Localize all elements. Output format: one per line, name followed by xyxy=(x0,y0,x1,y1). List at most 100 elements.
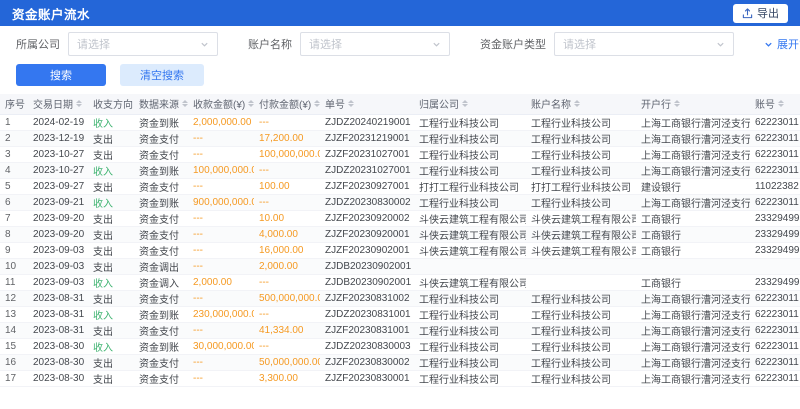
cell-7: 打打工程行业科技公司 xyxy=(414,178,526,194)
cell-8: 工程行业科技公司 xyxy=(526,162,636,178)
table-row: 172023-08-30支出资金支付---3,300.00ZJZF2023083… xyxy=(0,370,800,386)
cell-6: ZJZF20230831002 xyxy=(320,290,414,306)
cell-6: ZJDZ20231027001 xyxy=(320,162,414,178)
cell-5: 500,000,000.00 xyxy=(254,290,320,306)
column-header-6[interactable]: 单号 xyxy=(320,94,414,114)
column-header-label: 账户名称 xyxy=(531,96,571,111)
cell-7: 工程行业科技公司 xyxy=(414,370,526,386)
cell-1: 2023-09-20 xyxy=(28,210,88,226)
cell-4: --- xyxy=(188,354,254,370)
column-header-8[interactable]: 账户名称 xyxy=(526,94,636,114)
cell-2: 支出 xyxy=(88,226,134,242)
cell-1: 2023-10-27 xyxy=(28,146,88,162)
export-icon xyxy=(742,8,753,19)
cell-7: 工程行业科技公司 xyxy=(414,114,526,130)
cell-9: 上海工商银行漕河泾支行 xyxy=(636,354,750,370)
cell-5: 41,334.00 xyxy=(254,322,320,338)
cell-0: 17 xyxy=(0,370,28,386)
cell-2: 收入 xyxy=(88,338,134,354)
cell-8: 斗侠云建筑工程有限公司 xyxy=(526,226,636,242)
cell-2: 收入 xyxy=(88,306,134,322)
table-row: 72023-09-20支出资金支付---10.00ZJZF20230920002… xyxy=(0,210,800,226)
column-header-2[interactable]: 收支方向 xyxy=(88,94,134,114)
table-row: 42023-10-27收入资金到账100,000,000.00---ZJDZ20… xyxy=(0,162,800,178)
sort-icon xyxy=(778,100,784,107)
cell-5: --- xyxy=(254,114,320,130)
cell-5: --- xyxy=(254,338,320,354)
column-header-3[interactable]: 数据来源 xyxy=(134,94,188,114)
cell-6: ZJDZ20240219001 xyxy=(320,114,414,130)
cell-3: 资金支付 xyxy=(134,290,188,306)
cell-6: ZJZF20230920001 xyxy=(320,226,414,242)
cell-10: 62223011 xyxy=(750,322,800,338)
clear-search-button[interactable]: 清空搜索 xyxy=(120,64,204,86)
column-header-1[interactable]: 交易日期 xyxy=(28,94,88,114)
column-header-label: 账号 xyxy=(755,96,775,111)
cell-4: --- xyxy=(188,226,254,242)
table-row: 102023-09-03支出资金调出---2,000.00ZJDB2023090… xyxy=(0,258,800,274)
cell-1: 2023-09-03 xyxy=(28,258,88,274)
cell-1: 2023-09-27 xyxy=(28,178,88,194)
cell-1: 2023-08-31 xyxy=(28,322,88,338)
cell-2: 支出 xyxy=(88,242,134,258)
cell-6: ZJZF20230902001 xyxy=(320,242,414,258)
cell-2: 支出 xyxy=(88,370,134,386)
search-button[interactable]: 搜索 xyxy=(16,64,106,86)
cell-5: 16,000.00 xyxy=(254,242,320,258)
cell-3: 资金支付 xyxy=(134,146,188,162)
cell-8: 工程行业科技公司 xyxy=(526,194,636,210)
table-row: 32023-10-27支出资金支付---100,000,000.00ZJZF20… xyxy=(0,146,800,162)
sort-icon xyxy=(348,100,354,107)
table-row: 142023-08-31支出资金支付---41,334.00ZJZF202308… xyxy=(0,322,800,338)
page-title: 资金账户流水 xyxy=(12,4,90,23)
cell-5: 2,000.00 xyxy=(254,258,320,274)
cell-0: 15 xyxy=(0,338,28,354)
account-type-select[interactable]: 请选择 xyxy=(554,32,734,56)
column-header-4[interactable]: 收款金额(¥) xyxy=(188,94,254,114)
cell-9: 上海工商银行漕河泾支行 xyxy=(636,306,750,322)
cell-3: 资金支付 xyxy=(134,242,188,258)
account-select-placeholder: 请选择 xyxy=(309,36,342,52)
table-row: 132023-08-31收入资金到账230,000,000.00---ZJDZ2… xyxy=(0,306,800,322)
cell-3: 资金支付 xyxy=(134,354,188,370)
cell-5: 4,000.00 xyxy=(254,226,320,242)
sort-icon xyxy=(574,100,580,107)
cell-8: 打打工程行业科技公司 xyxy=(526,178,636,194)
column-header-label: 数据来源 xyxy=(139,96,179,111)
cell-8: 工程行业科技公司 xyxy=(526,354,636,370)
cell-7: 斗侠云建筑工程有限公司 xyxy=(414,242,526,258)
cell-1: 2023-09-03 xyxy=(28,242,88,258)
cell-2: 支出 xyxy=(88,130,134,146)
cell-0: 1 xyxy=(0,114,28,130)
company-select[interactable]: 请选择 xyxy=(68,32,218,56)
column-header-7[interactable]: 归属公司 xyxy=(414,94,526,114)
export-button[interactable]: 导出 xyxy=(733,4,788,23)
column-header-5[interactable]: 付款金额(¥) xyxy=(254,94,320,114)
filter-company: 所属公司 请选择 xyxy=(16,32,218,56)
column-header-10[interactable]: 账号 xyxy=(750,94,800,114)
account-select[interactable]: 请选择 xyxy=(300,32,450,56)
cell-0: 10 xyxy=(0,258,28,274)
cell-4: --- xyxy=(188,370,254,386)
cell-1: 2023-08-31 xyxy=(28,306,88,322)
cell-8: 工程行业科技公司 xyxy=(526,290,636,306)
cell-10: 23329499 xyxy=(750,210,800,226)
column-header-9[interactable]: 开户行 xyxy=(636,94,750,114)
expand-filters-link[interactable]: 展开筛选 xyxy=(764,36,800,52)
chevron-down-icon xyxy=(432,40,441,49)
cell-1: 2024-02-19 xyxy=(28,114,88,130)
cell-0: 3 xyxy=(0,146,28,162)
cell-9: 工商银行 xyxy=(636,210,750,226)
cell-3: 资金调出 xyxy=(134,258,188,274)
sort-icon xyxy=(248,100,254,107)
cell-6: ZJDB20230902001 xyxy=(320,274,414,290)
cell-9: 上海工商银行漕河泾支行 xyxy=(636,290,750,306)
table-row: 162023-08-30支出资金支付---50,000,000.00ZJZF20… xyxy=(0,354,800,370)
cell-7: 工程行业科技公司 xyxy=(414,130,526,146)
cell-4: 900,000,000.00 xyxy=(188,194,254,210)
table-row: 22023-12-19支出资金支付---17,200.00ZJZF2023121… xyxy=(0,130,800,146)
cell-10: 23329499 xyxy=(750,226,800,242)
cell-7: 工程行业科技公司 xyxy=(414,354,526,370)
cell-10: 62223011 xyxy=(750,194,800,210)
cell-5: 100,000,000.00 xyxy=(254,146,320,162)
